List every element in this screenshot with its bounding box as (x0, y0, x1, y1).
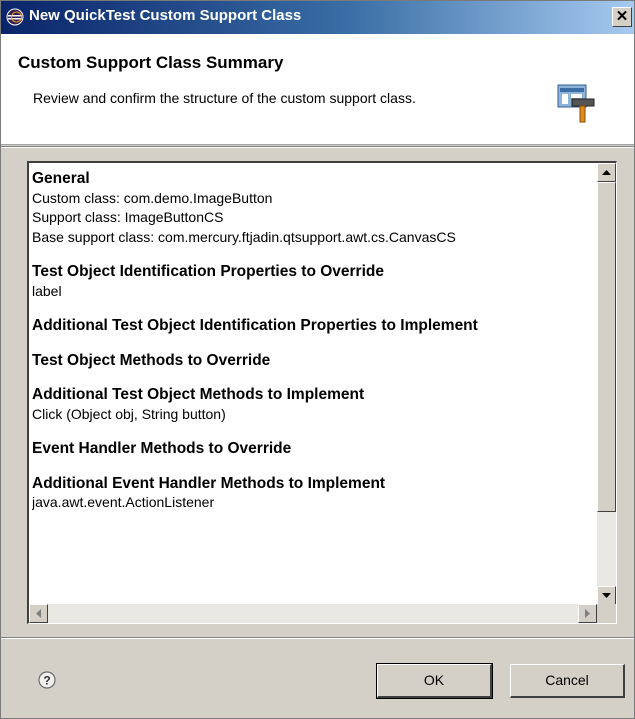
eclipse-icon (6, 8, 24, 26)
arrow-right-icon (585, 609, 590, 618)
vertical-scroll-thumb[interactable] (597, 182, 616, 512)
footer-separator (1, 637, 634, 639)
summary-line: label (32, 282, 62, 299)
wizard-header: Custom Support Class Summary Review and … (1, 34, 634, 145)
close-icon: ✕ (615, 8, 629, 25)
scroll-down-button[interactable] (597, 586, 616, 605)
page-description: Review and confirm the structure of the … (33, 90, 416, 106)
summary-line: Click (Object obj, String button) (32, 405, 226, 422)
dialog-window: New QuickTest Custom Support Class ✕ Cus… (0, 0, 635, 719)
arrow-up-icon (602, 170, 611, 175)
arrow-left-icon (36, 609, 41, 618)
summary-text: General Custom class: com.demo.ImageButt… (32, 169, 598, 597)
scrollbar-corner (597, 604, 616, 623)
header-separator (1, 146, 634, 148)
ok-button[interactable]: OK (376, 663, 493, 699)
summary-line: Support class: ImageButtonCS (32, 209, 224, 225)
summary-line: Base support class: com.mercury.ftjadin.… (32, 228, 456, 245)
arrow-down-icon (602, 593, 611, 598)
summary-line: java.awt.event.ActionListener (32, 494, 215, 510)
vertical-scrollbar[interactable] (597, 163, 616, 605)
scroll-up-button[interactable] (597, 163, 616, 182)
summary-panel[interactable]: General Custom class: com.demo.ImageButt… (27, 161, 617, 624)
section-heading: Event Handler Methods to Override (32, 440, 292, 457)
scroll-right-button[interactable] (578, 604, 597, 623)
section-heading: Additional Test Object Identification Pr… (32, 317, 478, 334)
wizard-banner-icon (557, 84, 595, 123)
summary-line: Custom class: com.demo.ImageButton (32, 189, 273, 206)
page-title: Custom Support Class Summary (18, 53, 284, 72)
section-heading: General (32, 170, 90, 187)
title-bar[interactable]: New QuickTest Custom Support Class ✕ (1, 1, 634, 34)
section-heading: Test Object Identification Properties to… (32, 263, 384, 280)
cancel-button[interactable]: Cancel (510, 664, 625, 698)
section-heading: Test Object Methods to Override (32, 351, 271, 369)
section-heading: Additional Event Handler Methods to Impl… (32, 474, 386, 492)
window-title: New QuickTest Custom Support Class (29, 7, 302, 24)
section-heading: Additional Test Object Methods to Implem… (32, 386, 365, 403)
scroll-left-button[interactable] (29, 604, 48, 623)
horizontal-scrollbar[interactable] (29, 604, 597, 623)
svg-text:?: ? (43, 674, 50, 688)
close-button[interactable]: ✕ (612, 7, 632, 27)
help-icon[interactable]: ? (38, 671, 56, 689)
